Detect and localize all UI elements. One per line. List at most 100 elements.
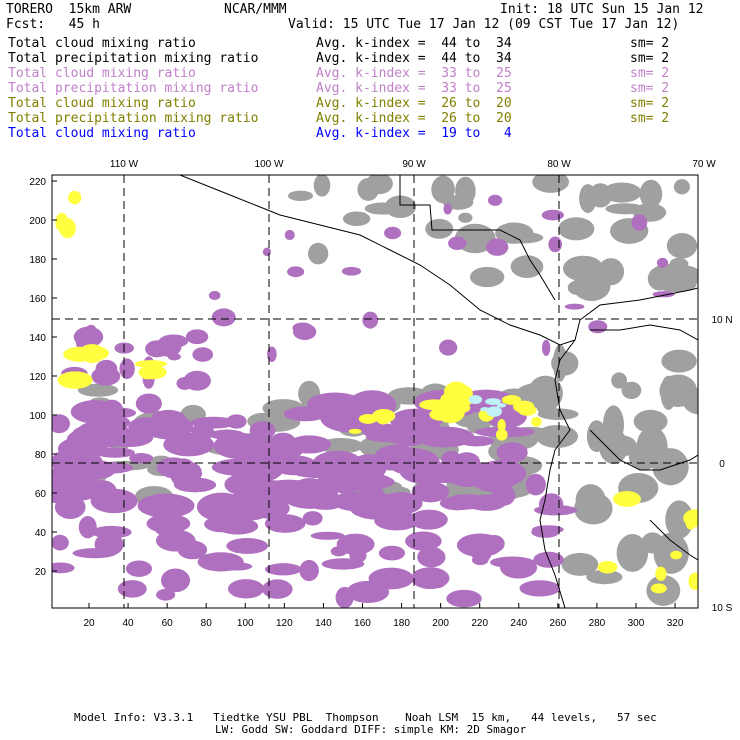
cloud-purple [631,214,648,231]
cloud-purple [287,266,305,278]
cloud-purple [439,339,458,356]
cloud-purple [496,442,528,463]
cloud-purple [95,359,118,379]
cloud-purple [226,537,269,554]
y-tick-label: 200 [29,216,46,227]
cloud-purple [183,370,211,391]
cloud-gray [669,257,689,271]
cloud-purple [446,589,482,608]
cloud-purple [249,421,276,440]
cloud-gray [641,532,664,554]
cloud-purple [264,514,306,533]
cloud-purple [541,209,564,221]
cloud-purple [299,559,319,582]
cloud-yellow [688,572,698,591]
cloud-gray [565,262,597,275]
cloud-purple [66,429,106,450]
cloud-purple [302,511,323,526]
cloud-purple [135,393,162,414]
cloud-gray [659,374,698,407]
cloud-yellow [358,413,378,424]
y-tick-label: 80 [35,450,47,461]
cloud-purple [85,324,97,338]
x-tick-label: 280 [589,618,606,629]
cloud-purple [491,484,516,506]
cloud-purple [443,203,453,215]
cloud-purple [190,416,237,429]
cloud-purple [146,513,191,534]
cloud-gray [621,381,642,400]
cloud-yellow [68,190,82,205]
cloud-purple [192,347,214,362]
x-tick-label: 40 [123,618,135,629]
cloud-purple [283,406,328,422]
cloud-gray [666,232,698,259]
cloud-gray [605,203,645,215]
cloud-purple [471,555,489,566]
cloud-gray [458,212,473,223]
cloud-gray [574,492,613,525]
cloud-purple [294,478,326,494]
cloud-purple [156,457,191,478]
cloud-purple [87,480,117,504]
cloud-purple [117,580,147,598]
y-tick-label: 20 [35,567,47,578]
cloud-yellow [655,566,667,582]
cloud-gray [510,255,544,278]
cloud-purple [332,491,378,512]
cloud-cyan [485,398,501,405]
cloud-yellow [501,395,522,405]
cloud-purple [211,458,266,476]
cloud-gray [342,211,371,227]
cloud-purple [519,580,561,597]
cloud-gray [639,179,663,209]
cloud-purple [160,568,191,593]
cloud-yellow [650,583,667,594]
cloud-purple [541,339,551,357]
cloud-gray [571,282,610,296]
cloud-purple [330,546,348,557]
cloud-purple [531,526,560,538]
latitude-label: 10 S [712,603,733,614]
x-tick-label: 60 [162,618,174,629]
cloud-yellow [670,550,683,560]
cloud-purple [227,579,265,599]
cloud-purple [365,432,420,443]
cloud-yellow [429,408,452,421]
cloud-purple [211,308,236,327]
x-tick-label: 300 [628,618,645,629]
cloud-purple [564,303,585,310]
cloud-purple [93,413,123,425]
cloud-purple [656,257,669,269]
cloud-gray [561,552,599,576]
x-tick-label: 180 [393,618,410,629]
cloud-yellow [59,218,76,239]
cloud-purple [167,353,181,361]
cloud-purple [429,568,448,589]
cloud-purple [145,340,170,358]
cloud-yellow [531,416,542,427]
cloud-purple [448,236,467,251]
cloud-yellow [685,517,696,530]
cloud-purple [264,563,302,576]
y-tick-label: 40 [35,528,47,539]
cloud-purple [284,229,295,241]
cloud-purple [458,435,494,447]
cloud-purple [360,475,395,489]
cloud-purple [119,358,135,380]
cloud-gray [673,179,690,195]
cloud-purple [321,558,365,570]
cloud-purple [386,448,440,476]
cloud-gray [287,190,314,202]
cloud-gray [532,175,569,193]
y-tick-label: 140 [29,333,46,344]
cloud-gray [579,184,597,214]
cloud-purple [269,432,297,453]
cloud-gray [308,242,329,265]
y-tick-label: 100 [29,411,46,422]
cloud-purple [487,194,503,206]
cloud-purple [125,560,153,577]
cloud-purple [151,409,186,427]
x-tick-label: 260 [549,618,566,629]
cloud-gray [537,400,557,416]
